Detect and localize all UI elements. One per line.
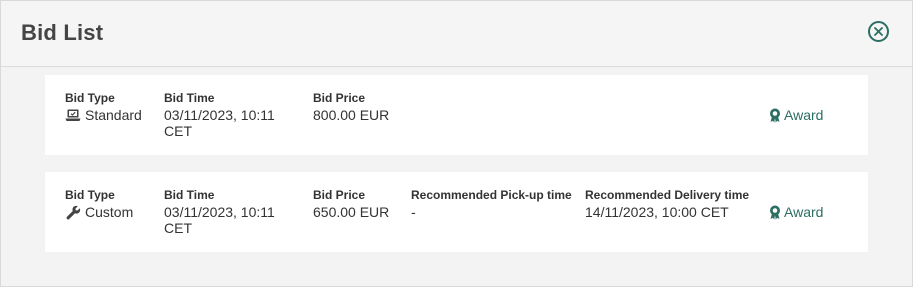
bid-price-value: 800.00 EUR xyxy=(313,107,390,123)
bid-time-value: 03/11/2023, 10:11 CET xyxy=(164,204,275,236)
laptop-icon xyxy=(65,108,81,122)
wrench-icon xyxy=(65,205,81,219)
bid-time-label: Bid Time xyxy=(164,188,215,202)
bid-type-value-row: Standard xyxy=(65,107,142,123)
award-ribbon-icon xyxy=(769,205,781,220)
bid-type-field: Bid Type Custom xyxy=(65,188,133,220)
bid-list-dialog: Bid List Bid Type Standard Bid Time 03/1… xyxy=(0,0,913,287)
delivery-time-field: Recommended Delivery time 14/11/2023, 10… xyxy=(585,188,749,220)
award-ribbon-icon xyxy=(769,108,781,123)
bid-price-field: Bid Price 650.00 EUR xyxy=(313,188,389,220)
award-label: Award xyxy=(784,107,824,123)
close-icon xyxy=(874,27,883,36)
pickup-time-label: Recommended Pick-up time xyxy=(411,188,572,202)
bid-type-value: Standard xyxy=(85,107,142,123)
delivery-time-value: 14/11/2023, 10:00 CET xyxy=(585,204,729,220)
delivery-time-label: Recommended Delivery time xyxy=(585,188,750,202)
bid-type-field: Bid Type Standard xyxy=(65,91,142,123)
dialog-header: Bid List xyxy=(1,1,912,67)
bid-price-value: 650.00 EUR xyxy=(313,204,390,220)
award-button[interactable]: Award xyxy=(769,107,823,123)
bid-card: Bid Type Standard Bid Time 03/11/2023, 1… xyxy=(45,75,868,155)
bid-time-field: Bid Time 03/11/2023, 10:11 CET xyxy=(164,91,294,139)
bid-price-field: Bid Price 800.00 EUR xyxy=(313,91,389,123)
dialog-title: Bid List xyxy=(21,20,104,45)
bid-price-label: Bid Price xyxy=(313,91,366,105)
close-button[interactable] xyxy=(868,21,889,42)
award-label: Award xyxy=(784,204,824,220)
award-button[interactable]: Award xyxy=(769,204,823,220)
bid-time-value: 03/11/2023, 10:11 CET xyxy=(164,107,275,139)
bid-type-value-row: Custom xyxy=(65,204,133,220)
bid-type-label: Bid Type xyxy=(65,91,115,105)
bid-price-label: Bid Price xyxy=(313,188,366,202)
bid-type-value: Custom xyxy=(85,204,134,220)
bid-time-field: Bid Time 03/11/2023, 10:11 CET xyxy=(164,188,294,236)
pickup-time-value: - xyxy=(411,204,416,220)
bid-time-label: Bid Time xyxy=(164,91,215,105)
bid-card: Bid Type Custom Bid Time 03/11/2023, 10:… xyxy=(45,172,868,252)
pickup-time-field: Recommended Pick-up time - xyxy=(411,188,572,220)
bid-type-label: Bid Type xyxy=(65,188,115,202)
